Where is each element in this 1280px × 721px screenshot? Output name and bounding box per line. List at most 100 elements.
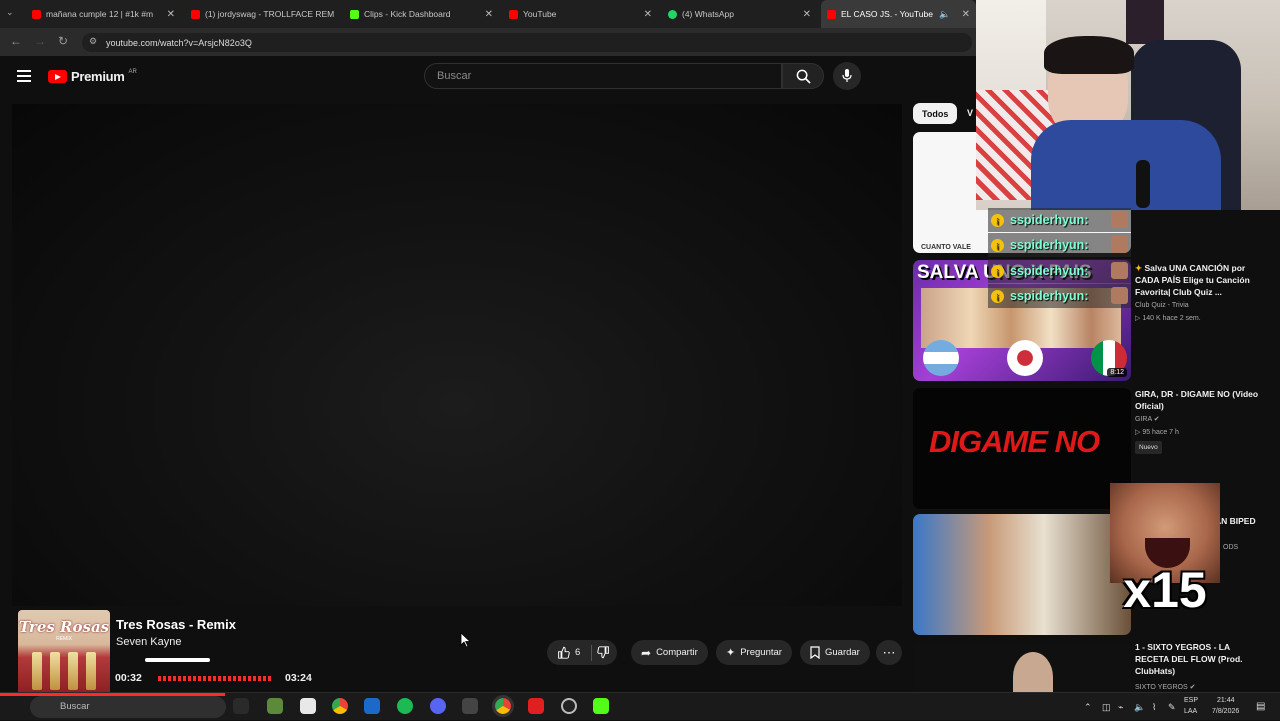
close-icon[interactable]: ✕ [962, 9, 970, 20]
tab-label: Clips - Kick Dashboard [364, 9, 451, 19]
tab-label: (1) jordyswag - TROLLFACE REM [205, 9, 335, 19]
video-channel[interactable]: Club Quiz - Trivia [1135, 300, 1270, 311]
youtube-favicon-icon [32, 9, 41, 19]
ask-button[interactable]: ✦ Preguntar [716, 640, 792, 665]
emote-icon [1111, 211, 1128, 228]
chip-next[interactable]: V [967, 108, 973, 118]
browser-tab[interactable]: (4) WhatsApp ✕ [662, 0, 817, 28]
more-actions-button[interactable]: ⋯ [876, 640, 902, 665]
kick-icon[interactable] [593, 698, 609, 714]
chip-all[interactable]: Todos [913, 103, 958, 124]
video-title[interactable]: GIRA, DR - DIGAME NO (Video Oficial) [1135, 388, 1263, 412]
browser-tab-active[interactable]: EL CASO JS. - YouTube 🔈 ✕ [821, 0, 976, 28]
search-button[interactable] [782, 63, 824, 89]
network-icon[interactable]: ◫ [1102, 702, 1111, 713]
like-icon[interactable] [557, 646, 570, 659]
chrome-icon[interactable] [332, 698, 348, 714]
video-thumbnail[interactable] [913, 514, 1131, 635]
file-explorer-icon[interactable] [267, 698, 283, 714]
forward-icon[interactable]: → [34, 34, 46, 48]
korea-flag-icon [1007, 340, 1043, 376]
language-indicator[interactable]: ESP [1184, 697, 1198, 704]
save-button[interactable]: Guardar [800, 640, 870, 665]
taskbar-search[interactable]: Buscar [30, 696, 226, 718]
keyboard-layout[interactable]: LAA [1184, 708, 1197, 715]
speaker-icon[interactable]: 🔈 [939, 9, 950, 20]
video-player[interactable] [12, 104, 902, 606]
video-channel[interactable]: SIXTO YEGROS ✔ [1135, 682, 1270, 692]
youtube-header: Premium AR Buscar [0, 56, 976, 102]
browser-tab-bar: ⌄ mañana cumple 12 | #1k #m ✕ (1) jordysw… [0, 0, 976, 28]
wifi-icon[interactable]: ⌇ [1152, 702, 1156, 713]
now-playing-widget: Tres Rosas REMIX Tres Rosas - Remix Seve… [10, 606, 322, 696]
spotify-icon[interactable] [397, 698, 413, 714]
tab-label: EL CASO JS. - YouTube [841, 9, 933, 19]
coin-icon: ¡ [991, 213, 1004, 227]
close-icon[interactable]: ✕ [803, 9, 811, 20]
verified-icon: ✔ [1153, 416, 1160, 423]
share-button[interactable]: ➦ Compartir [631, 640, 708, 665]
pen-icon[interactable]: ✎ [1168, 702, 1176, 713]
clock-date[interactable]: 7/8/2026 [1212, 708, 1239, 715]
video-title[interactable]: AN BIPED [1215, 515, 1280, 527]
video-thumbnail[interactable] [913, 642, 1131, 692]
url-text: youtube.com/watch?v=ArsjcN82o3Q [106, 37, 252, 48]
bookmark-icon [810, 646, 820, 659]
webcam-overlay [976, 0, 1280, 210]
chevron-up-icon[interactable]: ⌃ [1084, 702, 1092, 713]
browser-tab[interactable]: (1) jordyswag - TROLLFACE REM ✕ [185, 0, 340, 28]
discord-icon[interactable] [430, 698, 446, 714]
voice-search-button[interactable] [833, 62, 861, 90]
obs-icon[interactable] [528, 698, 544, 714]
browser-tab[interactable]: mañana cumple 12 | #1k #m ✕ [26, 0, 181, 28]
capcut-icon[interactable] [462, 698, 478, 714]
steam-icon[interactable] [364, 698, 380, 714]
share-label: Compartir [656, 647, 698, 658]
record-icon[interactable] [561, 698, 577, 714]
like-dislike-group: 6 [547, 640, 617, 665]
youtube-premium-logo[interactable]: Premium AR [48, 69, 137, 84]
site-info-icon[interactable]: ⚙ [89, 36, 97, 47]
notification-icon[interactable]: ▤ [1256, 701, 1265, 712]
candle-icon [68, 652, 78, 690]
search-input[interactable]: Buscar [424, 63, 782, 89]
windows-taskbar: Buscar ⌃ ◫ ⌁ 🔈 ⌇ ✎ ESP LAA 21:44 7/8/202… [0, 692, 1280, 720]
browser-tab[interactable]: YouTube ✕ [503, 0, 658, 28]
video-title[interactable]: 1 - SIXTO YEGROS - LA RECETA DEL FLOW (P… [1135, 641, 1263, 677]
chat-message: ¡ sspiderhyun: [988, 233, 1131, 257]
mail-icon[interactable] [300, 698, 316, 714]
close-icon[interactable]: ✕ [339, 9, 340, 20]
youtube-favicon-icon [827, 9, 836, 19]
kick-favicon-icon [350, 9, 359, 19]
back-icon[interactable]: ← [10, 34, 22, 48]
close-icon[interactable]: ✕ [167, 9, 175, 20]
close-icon[interactable]: ✕ [644, 9, 652, 20]
tab-list-chevron-icon[interactable]: ⌄ [6, 7, 14, 18]
usb-icon[interactable]: ⌁ [1118, 702, 1123, 713]
clock-time[interactable]: 21:44 [1217, 697, 1235, 704]
menu-icon[interactable] [17, 70, 31, 82]
like-count: 6 [575, 647, 581, 658]
browser-tab[interactable]: Clips - Kick Dashboard ✕ [344, 0, 499, 28]
volume-icon[interactable]: 🔈 [1134, 702, 1145, 713]
video-title[interactable]: ✦ Salva UNA CANCIÓN por CADA PAÍS Elige … [1135, 262, 1263, 298]
coin-icon: ¡ [991, 264, 1004, 278]
video-channel[interactable]: ODS [1223, 542, 1280, 553]
meme-multiplier: x15 [1123, 562, 1207, 618]
youtube-favicon-icon [509, 9, 518, 19]
accent-bar [145, 658, 210, 662]
coin-icon: ¡ [991, 289, 1004, 303]
microphone [1136, 160, 1150, 208]
dislike-icon[interactable] [597, 646, 610, 659]
thumbnail-text: CUANTO VALE [921, 244, 971, 251]
task-view-icon[interactable] [233, 698, 249, 714]
chrome-active-icon[interactable] [492, 695, 514, 717]
video-channel[interactable]: GIRA ✔ [1135, 414, 1270, 425]
close-icon[interactable]: ✕ [485, 9, 493, 20]
reload-icon[interactable]: ↻ [58, 34, 68, 48]
search-icon [796, 69, 811, 84]
url-field[interactable]: ⚙ youtube.com/watch?v=ArsjcN82o3Q [82, 33, 972, 52]
address-bar-row: ← → ↻ ⚙ youtube.com/watch?v=ArsjcN82o3Q [0, 28, 976, 56]
video-stats: ▷ 140 K hace 2 sem. [1135, 315, 1201, 322]
video-thumbnail[interactable]: DIGAME NO [913, 388, 1131, 509]
